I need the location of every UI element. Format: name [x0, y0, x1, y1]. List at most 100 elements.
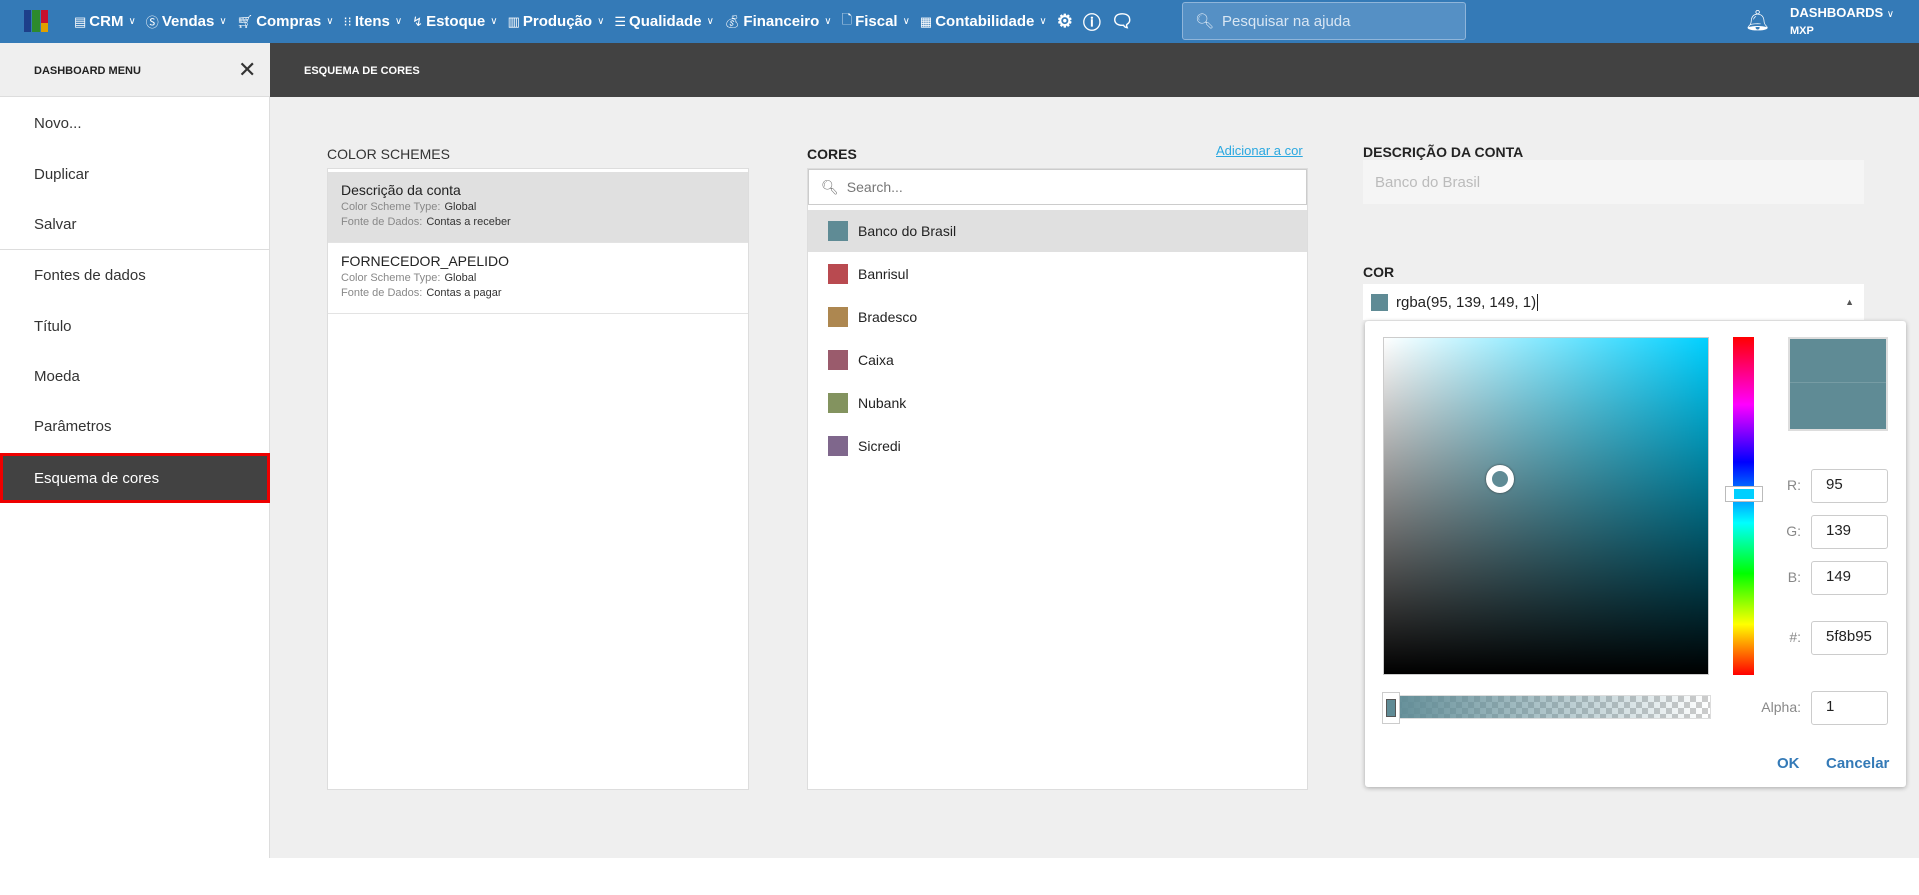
chevron-down-icon: ∨	[490, 16, 498, 27]
chevron-down-icon: ∨	[326, 16, 334, 27]
g-input[interactable]: 139	[1811, 515, 1888, 549]
dollar-icon: Ⓢ	[145, 15, 159, 30]
color-swatch	[828, 264, 848, 284]
hex-label: #:	[1789, 629, 1801, 645]
moneybag-icon: 💰︎	[723, 13, 741, 29]
hue-slider[interactable]	[1725, 337, 1763, 675]
b-label: B:	[1787, 569, 1801, 585]
alpha-handle[interactable]	[1382, 692, 1400, 724]
account-description-field[interactable]: Banco do Brasil	[1363, 160, 1864, 204]
content-area: COLOR SCHEMES Descrição da conta Color S…	[270, 97, 1919, 858]
sidebar-item-titulo[interactable]: Título	[0, 301, 270, 351]
sidebar-item-salvar[interactable]: Salvar	[0, 199, 270, 249]
cart-icon: 🛒︎	[236, 13, 254, 29]
main-menu: ▤ CRM ∨ Ⓢ Vendas ∨ 🛒︎ Compras ∨ ⁝⁝ Itens ∨ ↯ Esto…	[74, 0, 1134, 43]
stock-icon: ↯	[412, 13, 424, 29]
alpha-input[interactable]: 1	[1811, 691, 1888, 725]
menu-financeiro[interactable]: 💰︎ Financeiro ∨	[724, 13, 832, 30]
sidebar-item-novo[interactable]: Novo...	[0, 98, 270, 148]
color-list-item[interactable]: Nubank	[808, 382, 1307, 424]
colors-search-input[interactable]: 🔍︎ Search...	[808, 169, 1307, 205]
color-preview	[1788, 337, 1888, 431]
caret-up-icon[interactable]: ▲	[1845, 297, 1854, 307]
color-name: Sicredi	[858, 438, 901, 454]
color-name: Bradesco	[858, 309, 918, 325]
sidebar-item-fontes[interactable]: Fontes de dados	[0, 250, 270, 300]
color-list-item[interactable]: Sicredi	[808, 425, 1307, 467]
sidebar-item-parametros[interactable]: Parâmetros	[0, 401, 270, 451]
color-list-item[interactable]: Banco do Brasil	[808, 210, 1307, 252]
chevron-down-icon: ∨	[394, 16, 403, 27]
alpha-label: Alpha:	[1761, 699, 1801, 715]
menu-vendas[interactable]: Ⓢ Vendas ∨	[146, 12, 227, 31]
menu-contabilidade[interactable]: ▦ Contabilidade ∨	[920, 13, 1047, 30]
crm-icon: ▤	[74, 13, 87, 29]
color-list-item[interactable]: Banrisul	[808, 253, 1307, 295]
help-icon[interactable]: ⓘ	[1083, 9, 1101, 35]
top-navbar: ▤ CRM ∨ Ⓢ Vendas ∨ 🛒︎ Compras ∨ ⁝⁝ Itens ∨ ↯ Esto…	[0, 0, 1919, 43]
help-search-input[interactable]: 🔍︎ Pesquisar na ajuda	[1182, 2, 1466, 40]
color-name: Banco do Brasil	[858, 223, 957, 239]
r-label: R:	[1787, 477, 1801, 493]
chat-icon[interactable]: 🗨	[1111, 11, 1134, 32]
color-schemes-list: Descrição da conta Color Scheme Type: Glo…	[327, 168, 749, 790]
page-title: ESQUEMA DE CORES	[270, 43, 1919, 97]
close-icon[interactable]: ✕	[238, 57, 256, 83]
scheme-item[interactable]: FORNECEDOR_APELIDO Color Scheme Type: Glo…	[328, 243, 748, 314]
ok-button[interactable]: OK	[1777, 755, 1800, 772]
menu-qualidade[interactable]: ☰ Qualidade ∨	[614, 13, 714, 30]
hue-handle[interactable]	[1725, 486, 1763, 502]
chevron-down-icon: ∨	[128, 16, 136, 27]
chevron-down-icon: ∨	[824, 16, 832, 27]
chevron-down-icon: ∨	[706, 16, 714, 27]
chevron-down-icon: ∨	[1039, 16, 1047, 27]
saturation-value-area[interactable]	[1383, 337, 1709, 675]
r-input[interactable]: 95	[1811, 469, 1888, 503]
factory-icon: ▥	[507, 13, 520, 29]
bell-icon[interactable]: 🔔︎	[1745, 8, 1770, 33]
chevron-down-icon: ∨	[902, 16, 910, 27]
color-list-item[interactable]: Bradesco	[808, 296, 1307, 338]
color-list-item[interactable]: Caixa	[808, 339, 1307, 381]
scheme-item[interactable]: Descrição da conta Color Scheme Type: Glo…	[328, 172, 748, 243]
account-description-label: DESCRIÇÃO DA CONTA	[1363, 144, 1524, 160]
color-label: COR	[1363, 264, 1395, 280]
colors-list: 🔍︎ Search... Banco do Brasil Banrisul Brad…	[807, 168, 1308, 790]
g-label: G:	[1786, 523, 1801, 539]
chevron-down-icon: ∨	[1886, 9, 1895, 20]
hex-input[interactable]: 5f8b95	[1811, 621, 1888, 655]
menu-itens[interactable]: ⁝⁝ Itens ∨	[344, 13, 403, 30]
add-color-link[interactable]: Adicionar a cor	[1216, 143, 1303, 158]
menu-fiscal[interactable]: 🗋 Fiscal ∨	[842, 11, 910, 33]
sidebar-item-moeda[interactable]: Moeda	[0, 351, 270, 401]
calculator-icon: ▦	[919, 13, 933, 29]
app-logo[interactable]	[24, 10, 48, 32]
dashboard-menu-sidebar: DASHBOARD MENU ✕ Novo... Duplicar Salvar…	[0, 43, 270, 858]
menu-producao[interactable]: ▥ Produção ∨	[508, 13, 605, 30]
color-name: Caixa	[858, 352, 894, 368]
sidebar-title: DASHBOARD MENU	[34, 65, 141, 77]
color-schemes-label: COLOR SCHEMES	[327, 146, 450, 162]
sidebar-item-esquema-de-cores[interactable]: Esquema de cores	[0, 453, 270, 503]
menu-crm[interactable]: ▤ CRM ∨	[74, 13, 136, 30]
chevron-down-icon: ∨	[597, 16, 605, 27]
color-swatch	[828, 350, 848, 370]
sv-handle[interactable]	[1486, 465, 1514, 493]
user-menu[interactable]: DASHBOARDS ∨ MXP	[1790, 5, 1894, 39]
gear-icon[interactable]: ⚙	[1057, 11, 1073, 32]
sidebar-header: DASHBOARD MENU ✕	[0, 43, 270, 97]
items-icon: ⁝⁝	[343, 13, 352, 29]
sidebar-item-duplicar[interactable]: Duplicar	[0, 149, 270, 199]
search-icon: 🔍︎	[821, 178, 839, 195]
color-swatch	[828, 307, 848, 327]
color-swatch	[828, 436, 848, 456]
menu-compras[interactable]: 🛒︎ Compras ∨	[237, 13, 334, 30]
color-input[interactable]: rgba(95, 139, 149, 1) ▲	[1363, 284, 1864, 320]
alpha-slider[interactable]	[1382, 692, 1711, 724]
color-picker-popup: R: 95 G: 139 B: 149 #: 5f8b95 Alpha: 1 O…	[1365, 321, 1906, 787]
cancel-button[interactable]: Cancelar	[1826, 755, 1889, 772]
menu-estoque[interactable]: ↯ Estoque ∨	[412, 13, 497, 30]
b-input[interactable]: 149	[1811, 561, 1888, 595]
color-swatch	[1371, 293, 1388, 311]
colors-label: CORES	[807, 146, 857, 162]
